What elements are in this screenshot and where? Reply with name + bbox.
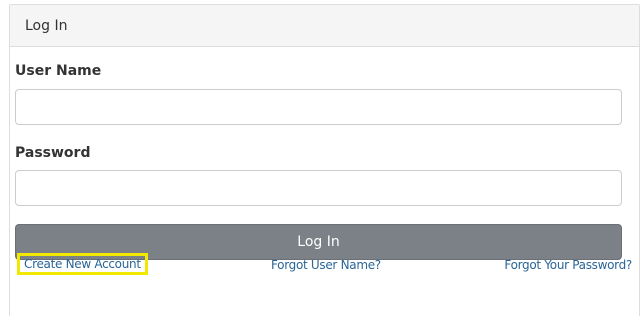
password-label: Password (15, 145, 91, 161)
forgot-username-link[interactable]: Forgot User Name? (271, 258, 381, 272)
panel-title: Log In (10, 5, 639, 47)
forgot-password-link[interactable]: Forgot Your Password? (504, 258, 632, 272)
create-account-link[interactable]: Create New Account (17, 253, 148, 275)
password-field[interactable] (15, 170, 622, 206)
username-field[interactable] (15, 89, 622, 125)
username-label: User Name (15, 63, 102, 79)
